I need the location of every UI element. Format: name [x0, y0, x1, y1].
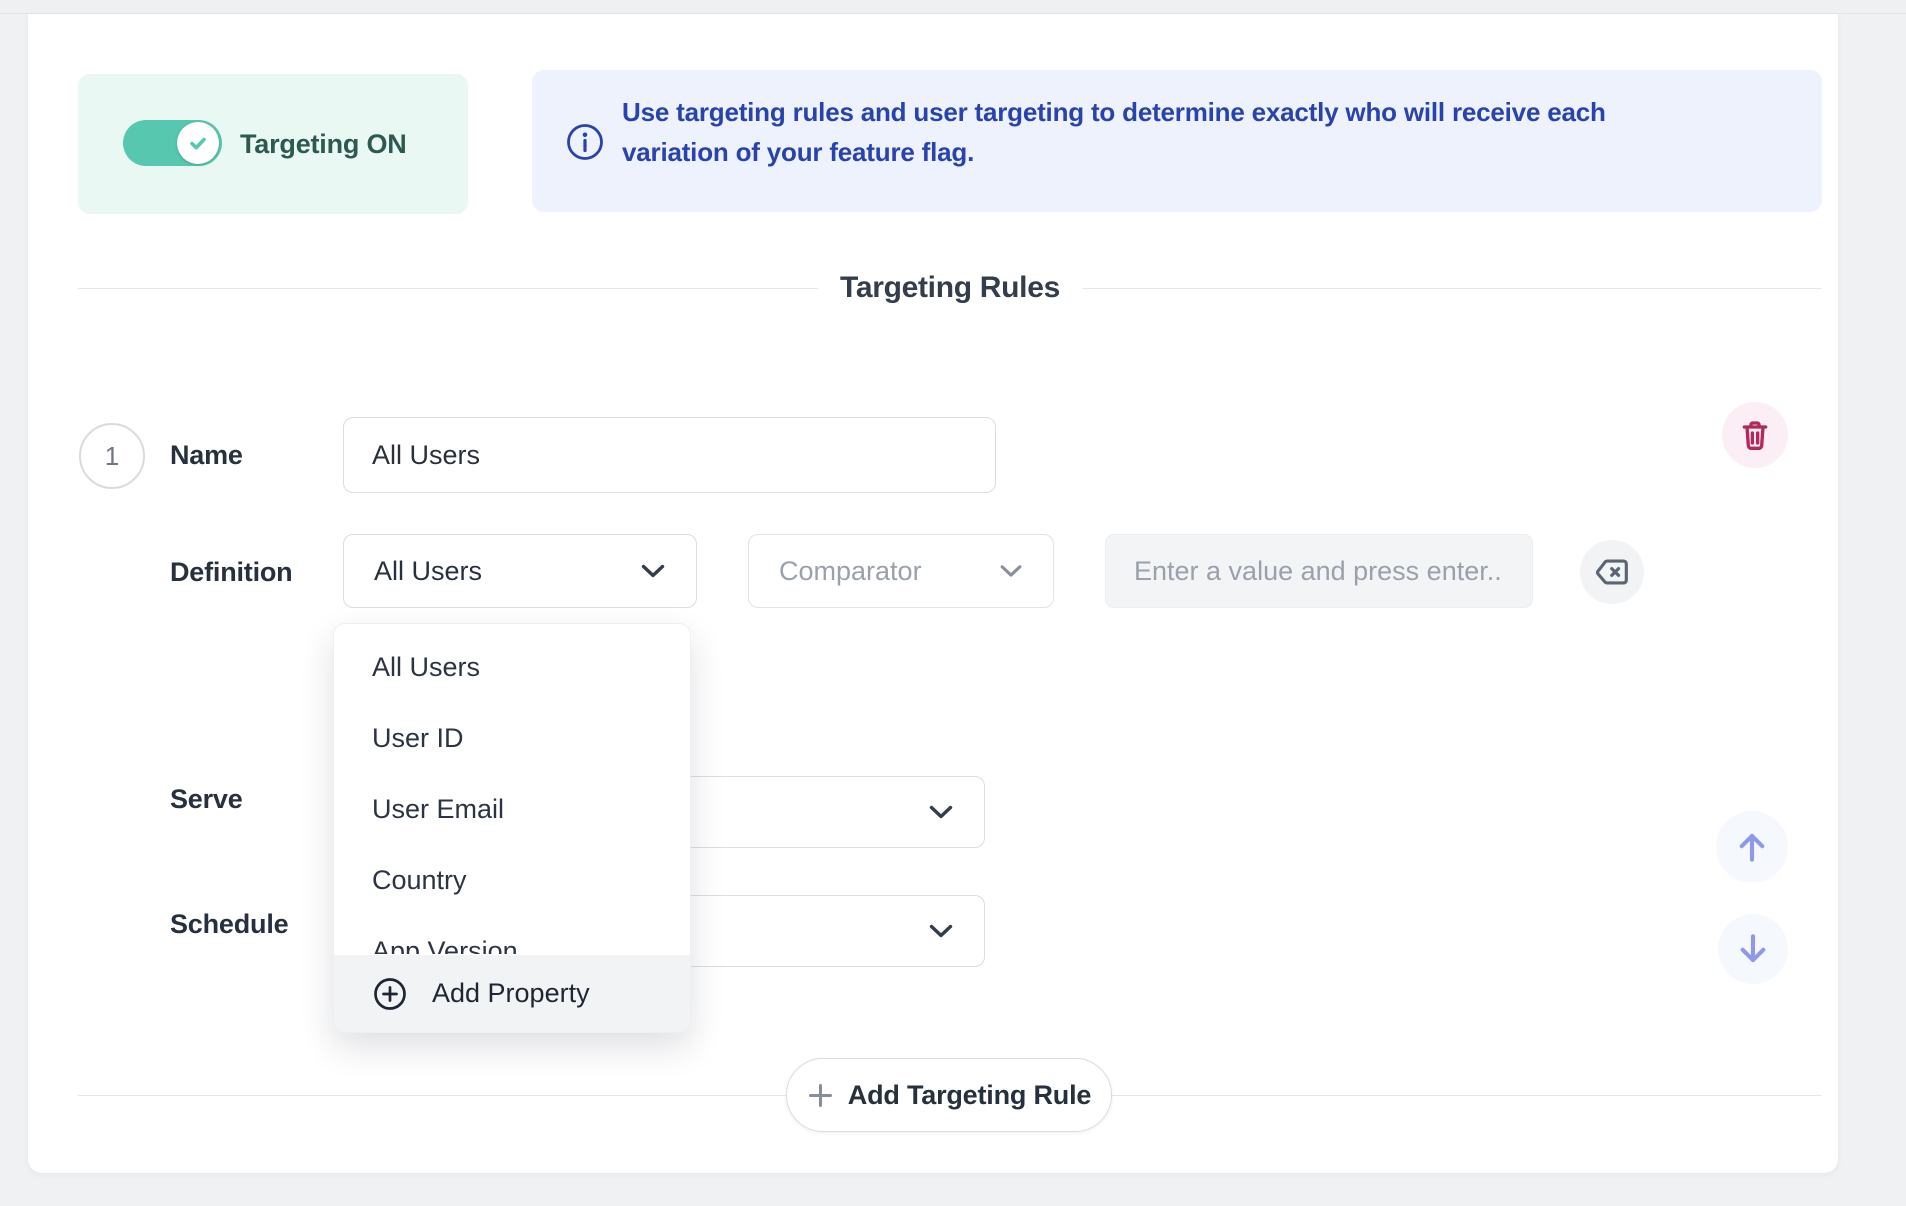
- arrow-up-icon: [1733, 828, 1771, 866]
- move-rule-up-button[interactable]: [1716, 811, 1788, 883]
- backspace-icon: [1594, 557, 1630, 587]
- chevron-down-icon: [928, 923, 954, 940]
- info-banner-text: Use targeting rules and user targeting t…: [622, 92, 1772, 172]
- rule-number-badge: 1: [79, 423, 145, 489]
- trash-icon: [1739, 418, 1771, 452]
- targeting-toggle-panel: Targeting ON: [78, 74, 468, 214]
- definition-select-value: All Users: [374, 556, 482, 587]
- chevron-down-icon: [999, 563, 1023, 579]
- arrow-down-icon: [1734, 930, 1772, 968]
- add-targeting-rule-label: Add Targeting Rule: [848, 1080, 1091, 1111]
- info-banner: Use targeting rules and user targeting t…: [532, 70, 1822, 212]
- targeting-card: Targeting ON Use targeting rules and use…: [28, 14, 1838, 1173]
- chevron-down-icon: [928, 804, 954, 821]
- dropdown-option-user-id[interactable]: User ID: [334, 703, 690, 774]
- serve-label: Serve: [170, 784, 243, 815]
- targeting-toggle[interactable]: [123, 120, 222, 166]
- comparator-select-placeholder: Comparator: [779, 556, 922, 587]
- name-label: Name: [170, 440, 243, 471]
- move-rule-down-button[interactable]: [1718, 914, 1788, 984]
- comparator-select[interactable]: Comparator: [748, 534, 1054, 608]
- header-divider-right: [1082, 288, 1822, 289]
- schedule-label: Schedule: [170, 909, 288, 940]
- rule-value-input[interactable]: [1105, 534, 1533, 608]
- dropdown-option-user-email[interactable]: User Email: [334, 774, 690, 845]
- info-banner-line-1: Use targeting rules and user targeting t…: [622, 92, 1772, 132]
- definition-label: Definition: [170, 557, 292, 588]
- plus-circle-icon: [372, 976, 408, 1012]
- clear-value-button[interactable]: [1580, 540, 1644, 604]
- dropdown-option-all-users[interactable]: All Users: [334, 632, 690, 703]
- info-banner-line-2: variation of your feature flag.: [622, 132, 1772, 172]
- top-edge-strip: [0, 0, 1906, 14]
- targeting-rules-header: Targeting Rules: [78, 270, 1822, 306]
- header-divider-left: [78, 288, 818, 289]
- dropdown-option-country[interactable]: Country: [334, 845, 690, 916]
- rule-name-input[interactable]: [343, 417, 996, 493]
- info-icon: [564, 121, 606, 163]
- add-property-item[interactable]: Add Property: [334, 955, 690, 1032]
- page-title: Targeting Rules: [840, 271, 1060, 305]
- delete-rule-button[interactable]: [1722, 402, 1788, 468]
- plus-icon: [807, 1082, 834, 1109]
- targeting-toggle-label: Targeting ON: [240, 74, 407, 214]
- definition-dropdown-menu: All Users User ID User Email Country App…: [333, 623, 691, 1033]
- dropdown-option-app-version[interactable]: App Version: [334, 916, 690, 954]
- toggle-thumb: [177, 122, 219, 164]
- definition-select[interactable]: All Users: [343, 534, 697, 608]
- add-property-label: Add Property: [432, 978, 590, 1009]
- definition-dropdown-options: All Users User ID User Email Country App…: [334, 632, 690, 954]
- chevron-down-icon: [640, 563, 666, 580]
- check-icon: [186, 131, 210, 155]
- add-targeting-rule-button[interactable]: Add Targeting Rule: [786, 1058, 1112, 1132]
